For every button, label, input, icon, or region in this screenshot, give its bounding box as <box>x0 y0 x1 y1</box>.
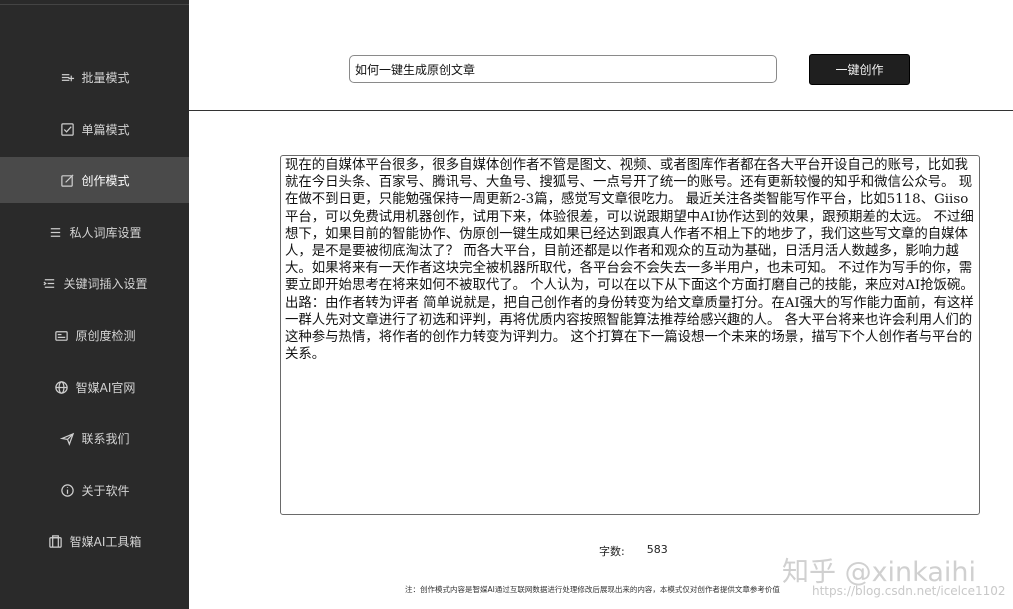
title-bar: 一键创作 <box>189 0 1013 111</box>
watermark-url: https://blog.csdn.net/icelce1102 <box>812 584 1006 598</box>
word-count-row: 字数: 583 <box>599 543 668 559</box>
one-click-create-button[interactable]: 一键创作 <box>809 54 910 85</box>
globe-icon <box>54 379 70 395</box>
insert-icon <box>41 275 57 291</box>
app-window: 批量模式 单篇模式 创作模式 私人词库设置 关键词插入设置 原创度检测 智媒AI… <box>0 0 1013 609</box>
sidebar-item-label: 联系我们 <box>81 431 130 446</box>
sidebar-item-label: 智媒AI工具箱 <box>69 534 142 549</box>
sidebar-item-private-lexicon[interactable]: 私人词库设置 <box>0 210 189 254</box>
word-count-label: 字数: <box>599 545 625 558</box>
batch-icon <box>59 69 75 85</box>
sidebar-item-keyword-insert[interactable]: 关键词插入设置 <box>0 261 189 305</box>
sidebar-item-label: 单篇模式 <box>81 122 130 137</box>
sidebar-item-label: 创作模式 <box>81 173 130 188</box>
sidebar-item-about-software[interactable]: 关于软件 <box>0 468 189 512</box>
title-input[interactable] <box>349 55 777 83</box>
sidebar-item-originality-check[interactable]: 原创度检测 <box>0 313 189 357</box>
sidebar-item-label: 私人词库设置 <box>69 225 142 240</box>
sidebar-top-divider <box>0 0 189 5</box>
sidebar-item-batch-mode[interactable]: 批量模式 <box>0 55 189 99</box>
info-icon <box>59 482 75 498</box>
sidebar-item-label: 原创度检测 <box>75 328 136 343</box>
sidebar-item-label: 关于软件 <box>81 483 130 498</box>
checkbox-icon <box>59 121 75 137</box>
sidebar-item-label: 智媒AI官网 <box>75 380 136 395</box>
sidebar-item-label: 关键词插入设置 <box>63 276 148 291</box>
header-top-strip <box>189 0 1013 4</box>
sidebar-item-toolbox[interactable]: 智媒AI工具箱 <box>0 519 189 563</box>
list-icon <box>47 224 63 240</box>
edit-icon <box>59 172 75 188</box>
article-textarea[interactable]: 现在的自媒体平台很多，很多自媒体创作者不管是图文、视频、或者图库作者都在各大平台… <box>280 155 980 515</box>
scan-icon <box>53 327 69 343</box>
sidebar: 批量模式 单篇模式 创作模式 私人词库设置 关键词插入设置 原创度检测 智媒AI… <box>0 0 189 609</box>
sidebar-item-label: 批量模式 <box>81 70 130 85</box>
sidebar-item-official-site[interactable]: 智媒AI官网 <box>0 365 189 409</box>
send-icon <box>59 430 75 446</box>
word-count-value: 583 <box>646 543 668 556</box>
sidebar-item-contact-us[interactable]: 联系我们 <box>0 416 189 460</box>
toolbox-icon <box>48 533 64 549</box>
sidebar-item-creation-mode[interactable]: 创作模式 <box>0 157 189 203</box>
sidebar-item-single-mode[interactable]: 单篇模式 <box>0 107 189 151</box>
